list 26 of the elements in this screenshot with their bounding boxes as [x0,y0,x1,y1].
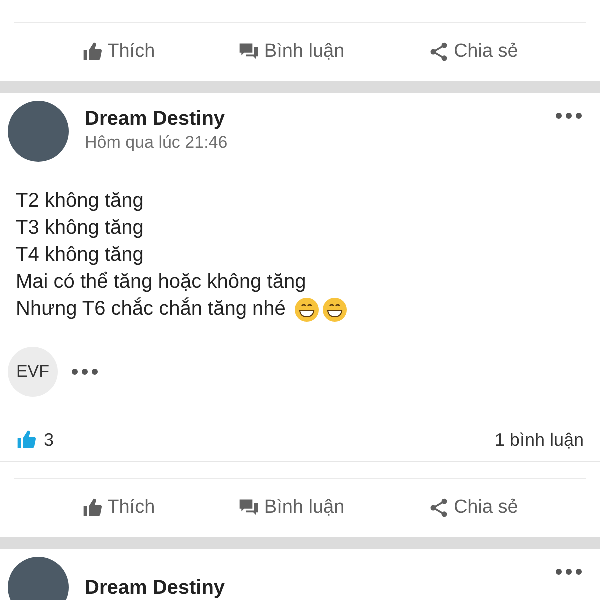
more-options-button[interactable] [72,369,98,375]
author-name[interactable]: Dream Destiny [85,108,540,130]
like-icon [82,497,104,519]
avatar-photo-placeholder [8,557,69,600]
post-text-line: T3 không tăng [16,216,145,241]
more-options-button[interactable] [556,569,582,575]
comment-button[interactable]: Bình luận [238,494,345,522]
post-text-line: T2 không tăng [16,189,145,214]
post-text-line: T4 không tăng [16,243,145,268]
like-icon [82,41,104,63]
more-options-button[interactable] [556,113,582,119]
tag-chip[interactable]: EVF [8,347,58,397]
like-icon [16,429,38,451]
post-time: Hôm qua lúc 21:46 [85,132,229,154]
grinning-face-icon [322,296,348,322]
author-name[interactable]: Dream Destiny [85,576,540,598]
post-text-line: Mai có thể tăng hoặc không tăng [16,270,308,295]
grinning-face-icon [294,296,320,322]
like-button[interactable]: Thích [82,494,156,522]
comment-button[interactable]: Bình luận [238,38,345,66]
post-text-line: Nhưng T6 chắc chắn tăng nhé [16,296,286,322]
comment-count[interactable]: 1 bình luận [494,426,584,454]
like-button[interactable]: Thích [82,38,156,66]
share-button[interactable]: Chia sẻ [428,494,518,522]
share-button[interactable]: Chia sẻ [428,38,518,66]
like-count: 3 [44,428,54,452]
